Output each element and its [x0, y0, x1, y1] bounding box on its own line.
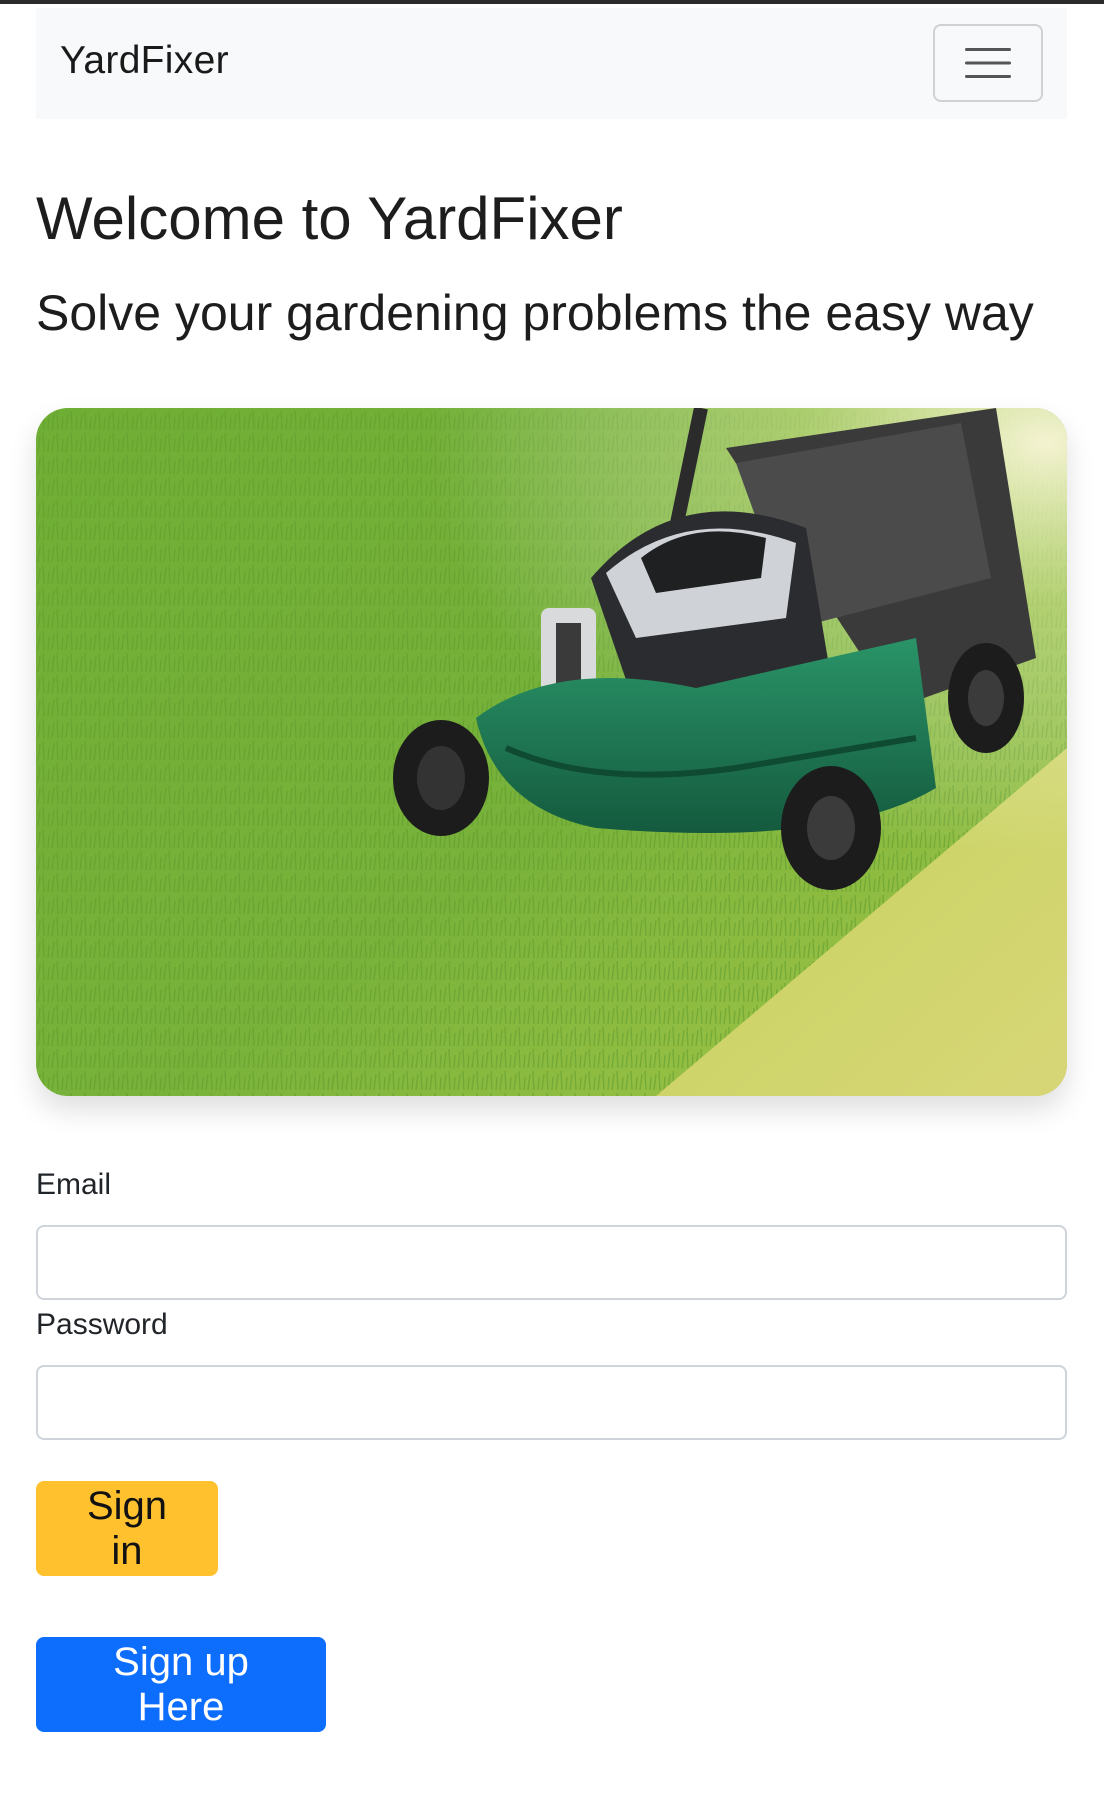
menu-toggle-button[interactable] [933, 24, 1043, 102]
brand-link[interactable]: YardFixer [60, 38, 229, 85]
password-label: Password [36, 1308, 168, 1341]
page-container: YardFixer Welcome to YardFixer Solve you… [36, 4, 1067, 1732]
page-title: Welcome to YardFixer [36, 185, 623, 252]
email-field[interactable] [36, 1225, 1067, 1300]
hamburger-menu-icon [963, 45, 1013, 81]
page-subtitle: Solve your gardening problems the easy w… [36, 285, 1034, 341]
lawn-mower-illustration [36, 408, 1067, 1096]
sign-in-button[interactable]: Sign in [36, 1481, 218, 1576]
email-label: Email [36, 1168, 112, 1201]
hero-image [36, 408, 1067, 1096]
password-field[interactable] [36, 1365, 1067, 1440]
navbar: YardFixer [36, 8, 1067, 119]
sign-up-button[interactable]: Sign up Here [36, 1637, 326, 1732]
